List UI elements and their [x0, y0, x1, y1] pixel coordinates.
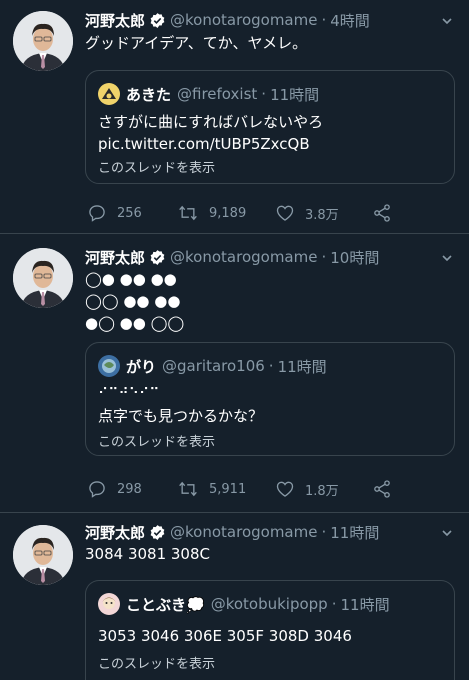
timestamp[interactable]: 11時間	[330, 522, 379, 543]
quoted-timestamp: 11時間	[270, 85, 320, 104]
reply-count: 298	[117, 481, 142, 497]
quoted-author-name: ことぶき💭	[126, 595, 205, 614]
separator-dot: ·	[331, 595, 337, 613]
tweet-header: 河野太郎 @konotarogomame · 10時間	[85, 246, 429, 268]
timestamp[interactable]: 10時間	[330, 247, 379, 268]
tweet-header: 河野太郎 @konotarogomame · 4時間	[85, 9, 429, 31]
tweet-header: 河野太郎 @konotarogomame · 11時間	[85, 521, 429, 543]
retweet-count: 9,189	[209, 205, 247, 221]
chevron-down-icon[interactable]	[441, 252, 453, 264]
retweet-button[interactable]: 9,189	[177, 201, 246, 225]
avatar[interactable]	[13, 248, 73, 308]
reply-icon	[89, 205, 105, 222]
avatar[interactable]	[13, 525, 73, 585]
quoted-tweet-text: 点字でも見つかるかな？	[98, 407, 264, 425]
braille-line: ◯● ●● ●●	[85, 270, 177, 288]
separator-dot: ·	[268, 357, 274, 375]
quoted-tweet-header: がり @garitaro106 · 11時間	[98, 353, 444, 379]
quoted-timestamp: 11時間	[277, 357, 327, 376]
reply-button[interactable]: 298	[87, 477, 142, 501]
retweet-button[interactable]: 5,911	[177, 477, 246, 501]
chevron-down-icon[interactable]	[441, 15, 453, 27]
verified-badge-icon	[149, 12, 166, 29]
quoted-author-handle: @kotobukipopp	[210, 595, 328, 613]
quoted-author-handle: @garitaro106	[162, 357, 265, 375]
quoted-author-handle: @firefoxist	[177, 85, 258, 103]
reply-count: 256	[117, 205, 142, 221]
author-handle[interactable]: @konotarogomame	[170, 11, 317, 29]
tweet-1[interactable]: 河野太郎 @konotarogomame · 4時間 グッドアイデア、てか、ヤメ…	[0, 0, 469, 234]
separator-dot: ·	[321, 523, 327, 541]
tweet-actions: 298 5,911 1.8万	[85, 477, 405, 501]
retweet-count: 5,911	[209, 481, 247, 497]
quoted-tweet-header: ことぶき💭 @kotobukipopp · 11時間	[98, 591, 444, 617]
show-thread-link[interactable]: このスレッドを表示	[98, 653, 215, 672]
quoted-tweet[interactable]: ことぶき💭 @kotobukipopp · 11時間 3053 3046 306…	[85, 580, 455, 680]
verified-badge-icon	[149, 249, 166, 266]
reply-button[interactable]: 256	[87, 201, 142, 225]
quoted-avatar	[98, 593, 120, 615]
quoted-braille: ⠊⠉⠚⠑⠊⠉	[98, 386, 160, 402]
like-count: 1.8万	[305, 483, 339, 499]
heart-icon	[276, 481, 294, 497]
tweet-3[interactable]: 河野太郎 @konotarogomame · 11時間 3084 3081 30…	[0, 513, 469, 680]
quoted-author-name: がり	[126, 357, 157, 376]
quoted-author-name: あきた	[126, 85, 172, 104]
tweet-2[interactable]: 河野太郎 @konotarogomame · 10時間 ◯● ●● ●● ◯◯ …	[0, 234, 469, 513]
chevron-down-icon[interactable]	[441, 527, 453, 539]
share-icon	[374, 480, 390, 498]
separator-dot: ·	[321, 248, 327, 266]
quoted-tweet[interactable]: あきた @firefoxist · 11時間 さすがに曲にすればバレないやろ p…	[85, 70, 455, 184]
avatar[interactable]	[13, 11, 73, 71]
timestamp[interactable]: 4時間	[330, 10, 370, 31]
quoted-tweet-text: さすがに曲にすればバレないやろ pic.twitter.com/tUBP5Zxc…	[98, 113, 324, 153]
heart-icon	[276, 205, 294, 221]
quoted-timestamp: 11時間	[340, 595, 390, 614]
braille-line: ◯◯ ●● ●●	[85, 292, 181, 310]
quoted-avatar	[98, 83, 120, 105]
show-thread-link[interactable]: このスレッドを表示	[98, 431, 215, 450]
quoted-tweet-header: あきた @firefoxist · 11時間	[98, 81, 444, 107]
retweet-icon	[179, 481, 197, 497]
show-thread-link[interactable]: このスレッドを表示	[98, 157, 215, 176]
verified-badge-icon	[149, 524, 166, 541]
author-handle[interactable]: @konotarogomame	[170, 523, 317, 541]
like-button[interactable]: 3.8万	[275, 201, 339, 225]
reply-icon	[89, 481, 105, 498]
retweet-icon	[179, 205, 197, 221]
author-name[interactable]: 河野太郎	[85, 247, 145, 268]
quoted-avatar	[98, 355, 120, 377]
tweet-text: グッドアイデア、てか、ヤメレ。	[85, 34, 308, 52]
author-handle[interactable]: @konotarogomame	[170, 248, 317, 266]
quoted-tweet[interactable]: がり @garitaro106 · 11時間 ⠊⠉⠚⠑⠊⠉ 点字でも見つかるかな…	[85, 342, 455, 456]
quoted-tweet-text: 3053 3046 306E 305F 308D 3046	[98, 627, 352, 645]
separator-dot: ·	[261, 85, 267, 103]
separator-dot: ·	[321, 11, 327, 29]
share-button[interactable]	[372, 477, 402, 501]
like-count: 3.8万	[305, 207, 339, 223]
tweet-actions: 256 9,189 3.8万	[85, 201, 405, 225]
author-name[interactable]: 河野太郎	[85, 10, 145, 31]
share-button[interactable]	[372, 201, 402, 225]
author-name[interactable]: 河野太郎	[85, 522, 145, 543]
share-icon	[374, 204, 390, 222]
like-button[interactable]: 1.8万	[275, 477, 339, 501]
braille-line: ●◯ ●● ◯◯	[85, 314, 185, 332]
tweet-text: 3084 3081 308C	[85, 545, 210, 563]
braille-text: ◯● ●● ●● ◯◯ ●● ●● ●◯ ●● ◯◯	[85, 268, 449, 334]
